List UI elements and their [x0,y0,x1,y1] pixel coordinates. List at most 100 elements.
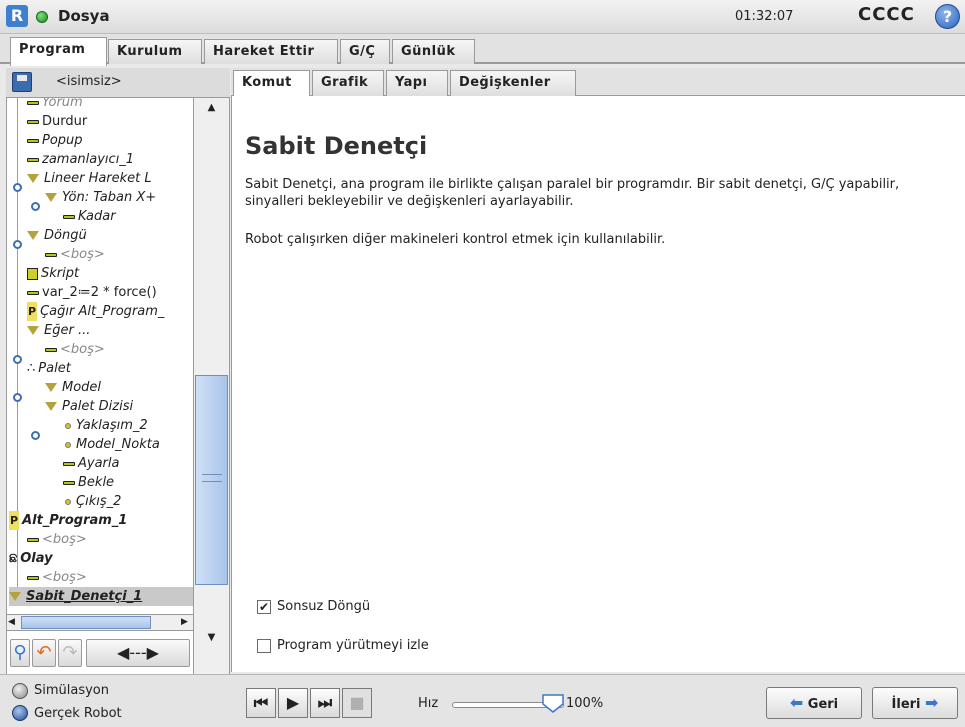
description: Sabit Denetçi, ana program ile birlikte … [245,177,900,209]
loop-checkbox-label: Sonsuz Döngü [277,599,371,614]
tree-node[interactable]: Skript [27,264,79,283]
tree-node[interactable]: Çıkış_2 [65,492,121,511]
help-icon[interactable]: ? [935,4,960,29]
action-icon [63,214,75,219]
tree-node[interactable]: P Alt_Program_1 [9,511,127,530]
search-icon[interactable]: ⚲ [10,639,30,667]
expand-knob-icon[interactable] [13,240,22,249]
tree-node[interactable]: Bekle [63,473,114,492]
robot-name: CCCC [858,4,915,25]
description-secondary: Robot çalışırken diğer makineleri kontro… [245,232,666,247]
program-tree-panel: <isimsiz> Yorum Durdur Popup zamanlayıcı… [6,68,230,680]
play-icon[interactable]: ▶ [278,688,308,718]
tab-yapi[interactable]: Yapı [386,70,448,96]
tab-komut[interactable]: Komut [233,70,310,96]
tree-node[interactable]: Yön: Taban X+ [45,188,156,207]
arrow-right-icon: ➡ [925,693,939,712]
tree-node[interactable]: Popup [27,131,83,150]
real-robot-radio[interactable] [12,705,28,721]
action-icon [27,119,39,124]
subprogram-icon: P [27,302,38,321]
tree-node[interactable]: <boş> [45,340,105,359]
tree-node[interactable]: Kadar [63,207,116,226]
next-button[interactable]: İleri ➡ [872,687,958,719]
tree-node[interactable]: zamanlayıcı_1 [27,150,134,169]
scroll-thumb[interactable] [21,616,151,629]
tree-toolbar: ⚲ ↶ ↷ ◀---▶ [6,639,230,671]
tree-node-selected[interactable]: Sabit_Denetçi_1 [9,587,193,606]
tree-node[interactable]: Lineer Hareket L [27,169,152,188]
scroll-right-icon[interactable]: ▶ [181,615,188,630]
step-icon[interactable]: ⏭ [310,688,340,718]
tree-node[interactable]: Durdur [27,112,87,131]
tab-hareket-ettir[interactable]: Hareket Ettir [204,39,338,64]
scroll-thumb[interactable] [195,375,228,585]
tree-node[interactable]: Ayarla [63,454,119,473]
program-tree[interactable]: Yorum Durdur Popup zamanlayıcı_1 Lineer … [6,97,194,680]
tab-kurulum[interactable]: Kurulum [108,39,202,64]
grip-icon [202,474,222,482]
expand-knob-icon[interactable] [31,431,40,440]
folder-triangle-icon [45,193,57,202]
tree-node[interactable]: Eğer ... [27,321,90,340]
tab-gunluk[interactable]: Günlük [392,39,475,64]
action-icon [63,480,75,485]
loop-checkbox[interactable]: ✔ [257,600,271,614]
tree-node[interactable]: <boş> [45,245,105,264]
undo-icon[interactable]: ↶ [32,639,56,667]
speed-value: 100% [566,696,604,711]
folder-triangle-icon [45,402,57,411]
stop-icon[interactable]: ■ [342,688,372,718]
folder-triangle-icon [45,383,57,392]
tree-node[interactable]: Yorum [27,98,83,112]
tree-node[interactable]: Yaklaşım_2 [65,416,148,435]
tab-program[interactable]: Program [10,37,107,66]
action-icon [27,537,39,542]
tree-horizontal-scrollbar[interactable]: ◀ ▶ [6,614,194,631]
simulation-radio[interactable] [12,683,28,699]
tree-node[interactable]: Model [45,378,101,397]
tab-grafik[interactable]: Grafik [312,70,384,96]
waypoint-icon [65,498,71,505]
bottom-bar: Simülasyon Gerçek Robot ⏮ ▶ ⏭ ■ Hız 100%… [0,674,965,727]
scroll-left-icon[interactable]: ◀ [8,615,15,630]
trace-checkbox[interactable] [257,639,271,653]
program-filename: <isimsiz> [56,74,122,89]
file-menu[interactable]: Dosya [58,7,110,25]
rewind-icon[interactable]: ⏮ [246,688,276,718]
tree-node[interactable]: var_2≔2 * force() [27,283,157,302]
action-icon [27,575,39,580]
subprogram-icon: P [9,511,20,530]
tab-gc[interactable]: G/Ç [340,39,390,64]
action-icon [45,347,57,352]
page-title: Sabit Denetçi [245,132,428,160]
expand-knob-icon[interactable] [13,183,22,192]
tree-node[interactable]: ଛ Olay [9,549,53,568]
save-icon[interactable] [12,72,32,92]
main-tab-bar: Program Kurulum Hareket Ettir G/Ç Günlük [0,34,965,66]
tree-vertical-scrollbar[interactable]: ▲ ▼ [193,97,230,680]
tree-node[interactable]: <boş> [27,530,87,549]
tree-node[interactable]: Model_Nokta [65,435,160,454]
scroll-up-icon[interactable]: ▲ [194,98,229,118]
redo-icon[interactable]: ↷ [58,639,82,667]
speed-slider-handle[interactable] [542,692,564,714]
tree-node[interactable]: Döngü [27,226,87,245]
arrow-left-icon: ⬅ [789,693,804,712]
event-icon: ଛ [9,551,18,566]
move-node-icon[interactable]: ◀---▶ [86,639,190,667]
tree-node[interactable]: <boş> [27,568,87,587]
action-icon [63,461,75,466]
tree-node[interactable]: ∴ Palet [27,359,71,378]
action-icon [45,252,57,257]
folder-triangle-icon [27,174,39,183]
expand-knob-icon[interactable] [13,355,22,364]
tab-degiskenler[interactable]: Değişkenler [450,70,576,96]
expand-knob-icon[interactable] [13,393,22,402]
speed-label: Hız [418,696,439,711]
expand-knob-icon[interactable] [31,202,40,211]
tree-node[interactable]: P Çağır Alt_Program_ [27,302,164,321]
back-button[interactable]: ⬅ Geri [766,687,862,719]
tree-node[interactable]: Palet Dizisi [45,397,133,416]
folder-triangle-icon [9,592,21,601]
